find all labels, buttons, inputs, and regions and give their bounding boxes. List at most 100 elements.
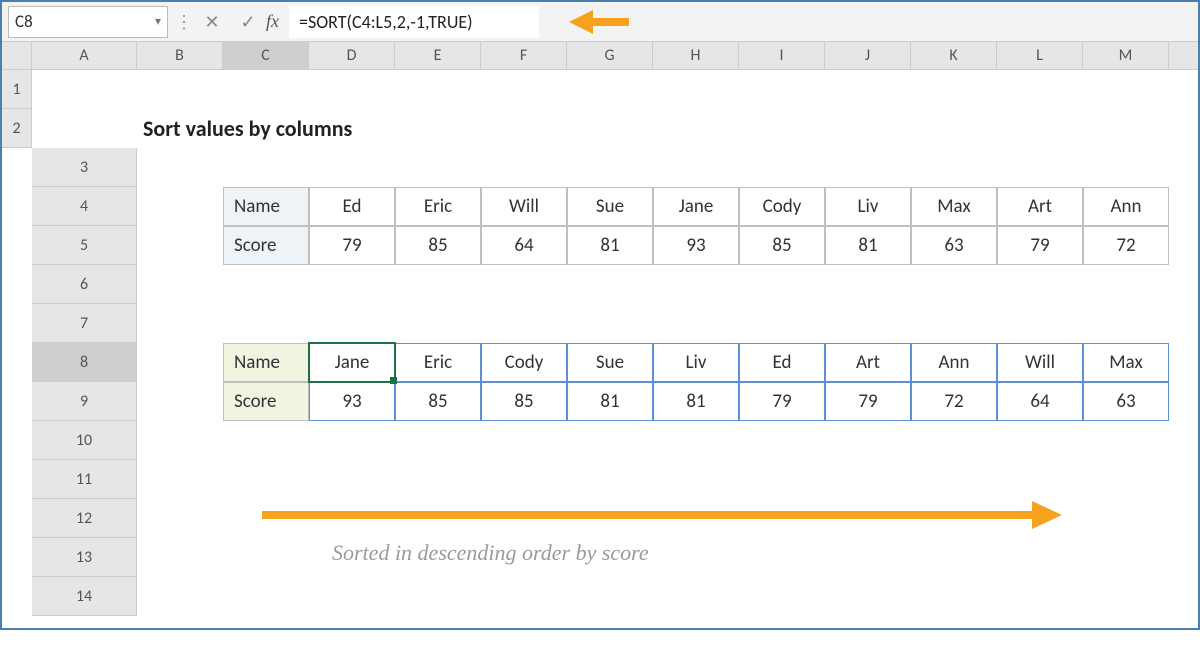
cell[interactable] — [481, 70, 567, 109]
table-cell[interactable]: Cody — [481, 343, 567, 382]
cell[interactable] — [137, 382, 223, 421]
cell[interactable] — [137, 226, 223, 265]
spreadsheet-grid[interactable]: A B C D E F G H I J K L M 1 2 Sort value… — [2, 42, 1198, 655]
cell[interactable] — [825, 70, 911, 109]
cell[interactable] — [481, 421, 567, 460]
table-cell[interactable]: Sue — [567, 187, 653, 226]
col-header[interactable]: F — [481, 42, 567, 69]
cell[interactable] — [2, 148, 32, 187]
cell[interactable] — [1083, 109, 1169, 148]
cell[interactable] — [739, 538, 825, 577]
row-header[interactable]: 2 — [2, 109, 32, 148]
cell[interactable] — [2, 343, 32, 382]
cell[interactable] — [653, 109, 739, 148]
cell[interactable] — [739, 421, 825, 460]
confirm-formula-button[interactable]: ✓ — [230, 6, 266, 38]
cell[interactable] — [1083, 265, 1169, 304]
cell[interactable] — [137, 70, 223, 109]
table-cell[interactable]: Will — [481, 187, 567, 226]
table-cell[interactable]: Will — [997, 343, 1083, 382]
cell[interactable] — [911, 109, 997, 148]
cell[interactable] — [825, 304, 911, 343]
cell[interactable] — [567, 421, 653, 460]
cell[interactable] — [395, 148, 481, 187]
table-cell[interactable]: 64 — [481, 226, 567, 265]
name-box[interactable]: C8 ▾ — [8, 6, 168, 38]
cell[interactable] — [653, 577, 739, 616]
page-title[interactable]: Sort values by columns — [137, 109, 567, 148]
cell[interactable] — [997, 538, 1083, 577]
cell[interactable] — [2, 421, 32, 460]
cell[interactable] — [825, 265, 911, 304]
cell[interactable] — [997, 577, 1083, 616]
cell[interactable] — [309, 148, 395, 187]
cell[interactable] — [911, 304, 997, 343]
cell[interactable] — [997, 460, 1083, 499]
cell[interactable] — [739, 304, 825, 343]
row-header[interactable]: 12 — [32, 499, 137, 538]
cell[interactable] — [825, 148, 911, 187]
cell[interactable] — [137, 343, 223, 382]
cell[interactable] — [567, 265, 653, 304]
cell[interactable] — [395, 577, 481, 616]
cancel-formula-button[interactable]: ✕ — [194, 6, 230, 38]
table-cell[interactable]: Art — [825, 343, 911, 382]
cell[interactable] — [997, 421, 1083, 460]
cell[interactable] — [2, 187, 32, 226]
cell[interactable] — [653, 538, 739, 577]
table-row-label[interactable]: Name — [223, 343, 309, 382]
cell[interactable] — [567, 109, 653, 148]
cell[interactable] — [395, 421, 481, 460]
cell[interactable] — [481, 304, 567, 343]
cell[interactable] — [911, 538, 997, 577]
selected-cell[interactable]: Jane — [309, 343, 395, 382]
row-header[interactable]: 13 — [32, 538, 137, 577]
cell[interactable] — [137, 538, 223, 577]
cell[interactable] — [997, 304, 1083, 343]
cell[interactable] — [1083, 538, 1169, 577]
row-header[interactable]: 6 — [32, 265, 137, 304]
cell[interactable] — [2, 265, 32, 304]
table-cell[interactable]: 81 — [825, 226, 911, 265]
cell[interactable] — [309, 70, 395, 109]
table-cell[interactable]: Ann — [1083, 187, 1169, 226]
cell[interactable] — [395, 460, 481, 499]
cell[interactable] — [137, 304, 223, 343]
table-cell[interactable]: Sue — [567, 343, 653, 382]
col-header[interactable]: H — [653, 42, 739, 69]
col-header[interactable]: A — [32, 42, 137, 69]
cell[interactable] — [911, 148, 997, 187]
table-cell[interactable]: Cody — [739, 187, 825, 226]
table-cell[interactable]: 85 — [395, 382, 481, 421]
table-cell[interactable]: Max — [1083, 343, 1169, 382]
cell[interactable] — [825, 460, 911, 499]
cell[interactable] — [137, 499, 223, 538]
cell[interactable] — [739, 265, 825, 304]
col-header[interactable]: B — [137, 42, 223, 69]
cell[interactable] — [137, 187, 223, 226]
cell[interactable] — [997, 70, 1083, 109]
cell[interactable] — [2, 460, 32, 499]
col-header[interactable]: C — [223, 42, 309, 69]
cell[interactable] — [1083, 70, 1169, 109]
cell[interactable] — [653, 70, 739, 109]
table-cell[interactable]: Max — [911, 187, 997, 226]
cell[interactable] — [911, 265, 997, 304]
cell[interactable] — [1083, 421, 1169, 460]
table-cell[interactable]: 72 — [911, 382, 997, 421]
cell[interactable] — [309, 577, 395, 616]
cell[interactable] — [567, 577, 653, 616]
cell[interactable] — [137, 421, 223, 460]
cell[interactable] — [223, 538, 309, 577]
cell[interactable] — [309, 421, 395, 460]
col-header[interactable]: L — [997, 42, 1083, 69]
row-header[interactable]: 5 — [32, 226, 137, 265]
cell[interactable] — [825, 577, 911, 616]
row-header[interactable]: 1 — [2, 70, 32, 109]
table-cell[interactable]: 72 — [1083, 226, 1169, 265]
table-cell[interactable]: Liv — [825, 187, 911, 226]
cell[interactable] — [567, 70, 653, 109]
row-header[interactable]: 14 — [32, 577, 137, 616]
cell[interactable] — [395, 70, 481, 109]
cell[interactable] — [32, 109, 137, 148]
